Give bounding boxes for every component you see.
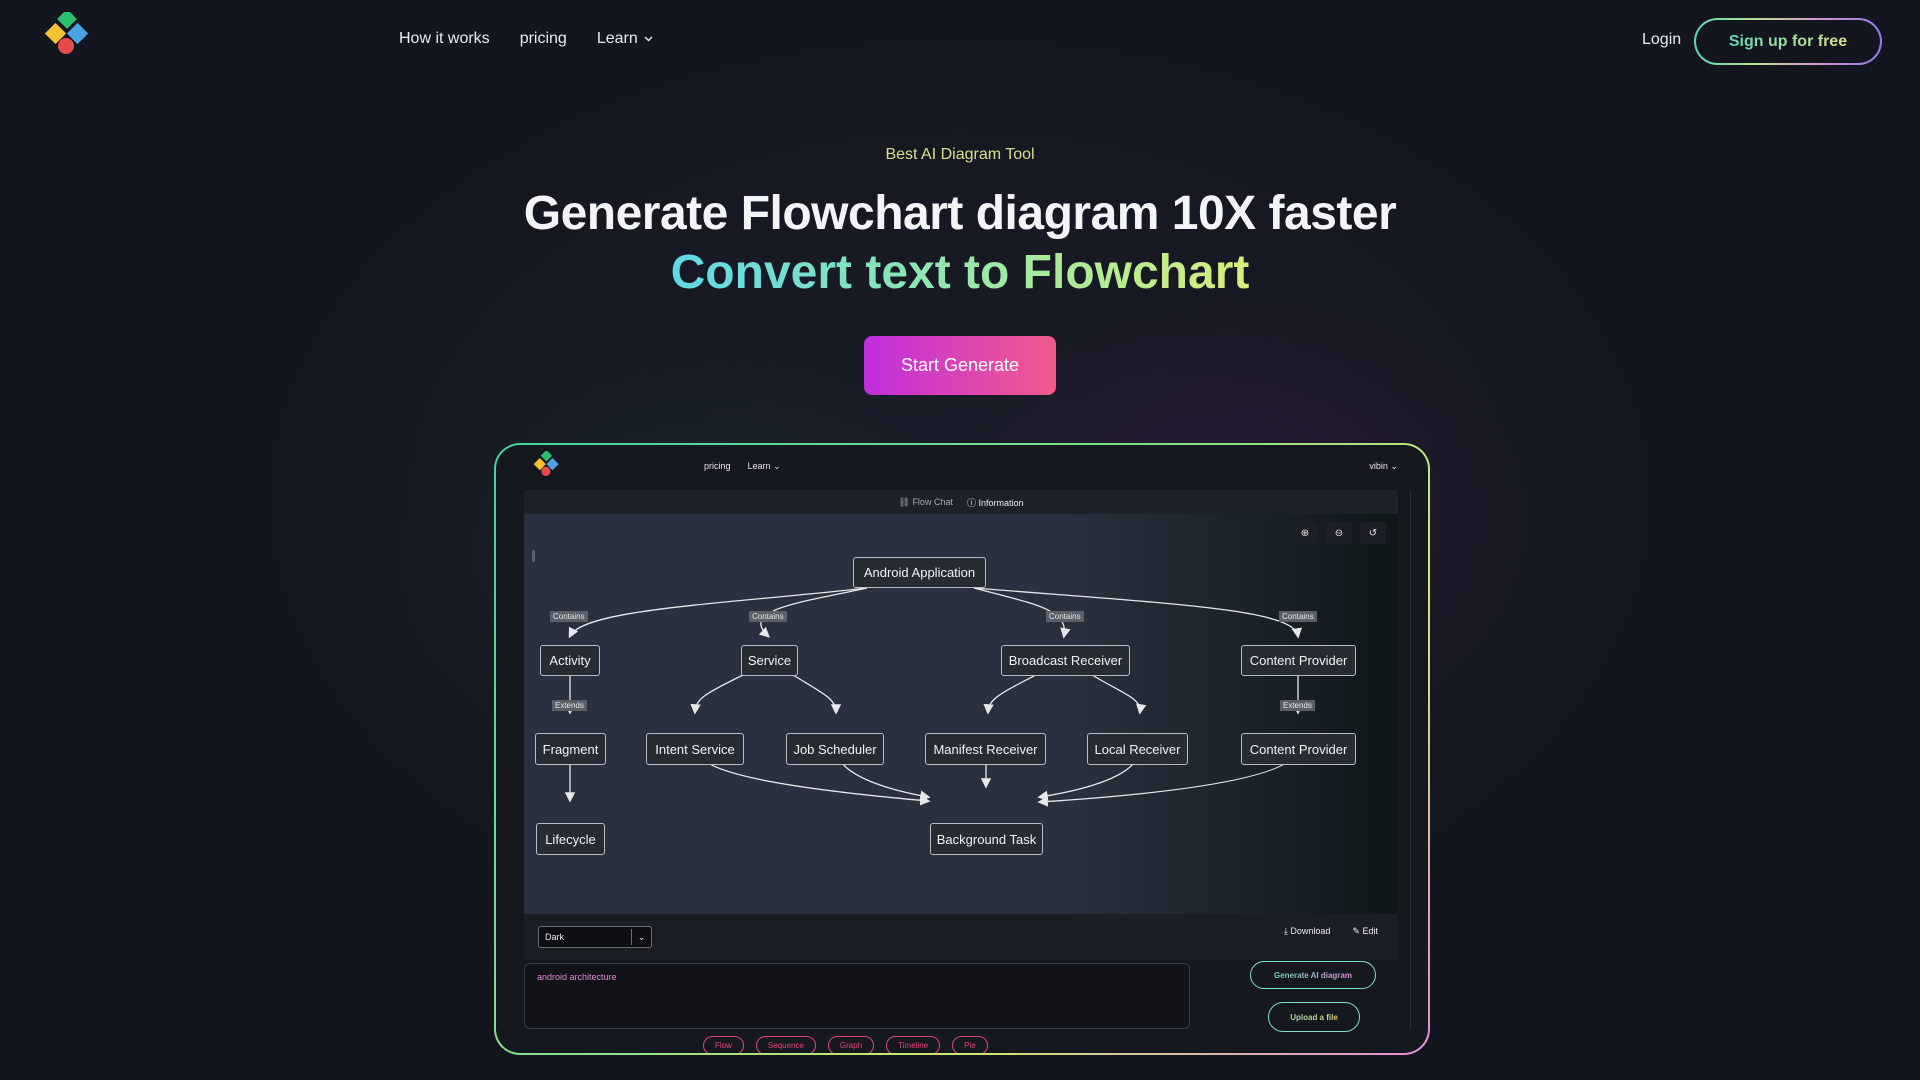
edge (1091, 674, 1147, 715)
chip-sequence[interactable]: Sequence (755, 1036, 816, 1053)
edit-label: Edit (1362, 926, 1378, 936)
node-broadcast-receiver[interactable]: Broadcast Receiver (1001, 645, 1130, 676)
preview-logo-icon[interactable] (532, 451, 562, 479)
chevron-down-icon: ⌄ (631, 929, 651, 945)
main-nav: How it works pricing Learn (399, 30, 653, 48)
edit-button[interactable]: ✎ Edit (1352, 926, 1378, 937)
preview-nav-learn[interactable]: Learn ⌄ (748, 461, 781, 472)
chip-graph[interactable]: Graph (827, 1036, 875, 1053)
diagram-canvas[interactable]: ⊕ ⊖ ↺ Android Application Contains Conta… (524, 514, 1398, 914)
signup-button-inner: Sign up for free (1696, 20, 1880, 63)
diagram-panel: ⛓ Flow Chat ⓘ Information ⊕ ⊖ ↺ Android … (524, 490, 1398, 960)
nav-learn-label: Learn (596, 30, 638, 47)
nav-how-it-works[interactable]: How it works (399, 30, 490, 48)
login-link[interactable]: Login (1642, 31, 1681, 49)
edge (983, 674, 1037, 715)
theme-select[interactable]: Dark ⌄ (538, 926, 652, 948)
node-intent-service[interactable]: Intent Service (646, 733, 744, 765)
nav-learn-dropdown[interactable]: Learn (597, 30, 653, 48)
preview-user-menu[interactable]: vibin ⌄ (1369, 461, 1398, 472)
node-content-provider[interactable]: Content Provider (1241, 645, 1356, 676)
edge-label-contains: Contains (1279, 611, 1317, 622)
diagram-toolbar: Dark ⌄ ⤓ Download ✎ Edit (524, 914, 1398, 960)
chip-flow[interactable]: Flow (703, 1036, 744, 1053)
edge-label-contains: Contains (550, 611, 588, 622)
tab-information-label: Information (978, 497, 1024, 508)
generate-ai-diagram-button[interactable]: Generate AI diagram (1250, 961, 1376, 989)
download-icon: ⤓ (1283, 926, 1288, 936)
node-manifest-receiver[interactable]: Manifest Receiver (925, 733, 1046, 765)
tab-flow-chat-label: Flow Chat (912, 496, 953, 507)
node-service[interactable]: Service (741, 645, 798, 676)
nav-pricing[interactable]: pricing (520, 30, 567, 48)
edge-label-extends: Extends (1280, 700, 1315, 711)
upload-file-button[interactable]: Upload a file (1268, 1002, 1360, 1032)
info-icon: ⓘ (966, 497, 976, 508)
node-content-provider[interactable]: Content Provider (1241, 733, 1356, 765)
tab-flow-chat[interactable]: ⛓ Flow Chat (898, 497, 952, 508)
node-fragment[interactable]: Fragment (535, 733, 606, 765)
node-lifecycle[interactable]: Lifecycle (536, 823, 605, 855)
edge-label-contains: Contains (1046, 611, 1084, 622)
chevron-down-icon: ⌄ (773, 461, 781, 471)
node-local-receiver[interactable]: Local Receiver (1087, 733, 1188, 765)
tab-information[interactable]: ⓘ Information (967, 496, 1024, 509)
top-navigation: How it works pricing Learn Login Sign up… (0, 0, 1920, 84)
node-job-scheduler[interactable]: Job Scheduler (786, 733, 884, 765)
diagram-type-chips: Flow Sequence Graph Timeline Pie (703, 1036, 988, 1053)
signup-label: Sign up for free (1728, 32, 1848, 50)
node-background-task[interactable]: Background Task (930, 823, 1043, 855)
edit-icon: ✎ (1352, 926, 1360, 936)
edge (792, 674, 842, 715)
preview-nav-pricing[interactable]: pricing (704, 461, 731, 472)
download-label: Download (1290, 926, 1331, 936)
app-preview: pricing Learn ⌄ vibin ⌄ ⛓ Flow Chat ⓘ In… (496, 445, 1428, 1053)
diagram-actions: ⤓ Download ✎ Edit (1284, 926, 1378, 937)
theme-select-value: Dark (545, 932, 565, 942)
preview-divider (1410, 490, 1411, 1030)
edge (973, 587, 1302, 639)
edge-label-contains: Contains (749, 611, 787, 622)
hero-eyebrow: Best AI Diagram Tool (885, 146, 1035, 163)
start-generate-button[interactable]: Start Generate (864, 336, 1056, 395)
generate-ai-diagram-label: Generate AI diagram (1274, 970, 1352, 980)
node-android-application[interactable]: Android Application (853, 557, 986, 588)
signup-button[interactable]: Sign up for free (1694, 18, 1882, 65)
prompt-input[interactable]: android architecture (524, 963, 1190, 1029)
download-button[interactable]: ⤓ Download (1284, 926, 1331, 937)
brand-logo-icon[interactable] (42, 12, 94, 58)
node-activity[interactable]: Activity (540, 645, 600, 676)
diagram-tabs: ⛓ Flow Chat ⓘ Information (524, 490, 1398, 514)
hero-headline: Generate Flowchart diagram 10X faster (523, 187, 1397, 240)
edge-label-extends: Extends (552, 700, 587, 711)
upload-file-label: Upload a file (1290, 1012, 1338, 1022)
preview-user-name: vibin (1369, 461, 1388, 471)
edge (690, 674, 744, 715)
chip-pie[interactable]: Pie (952, 1036, 988, 1053)
app-preview-frame: pricing Learn ⌄ vibin ⌄ ⛓ Flow Chat ⓘ In… (494, 443, 1430, 1055)
hero-subline-text: Convert text to Flowchart (670, 246, 1250, 299)
chip-timeline[interactable]: Timeline (886, 1036, 941, 1053)
chevron-down-icon: ⌄ (1390, 461, 1398, 471)
preview-nav-learn-label: Learn (747, 461, 771, 471)
sitemap-icon: ⛓ (898, 496, 910, 507)
chevron-down-icon (644, 36, 653, 42)
hero-subline: Convert text to Flowchart (0, 245, 1920, 300)
preview-nav: pricing Learn ⌄ (704, 461, 781, 472)
edge (568, 587, 868, 639)
